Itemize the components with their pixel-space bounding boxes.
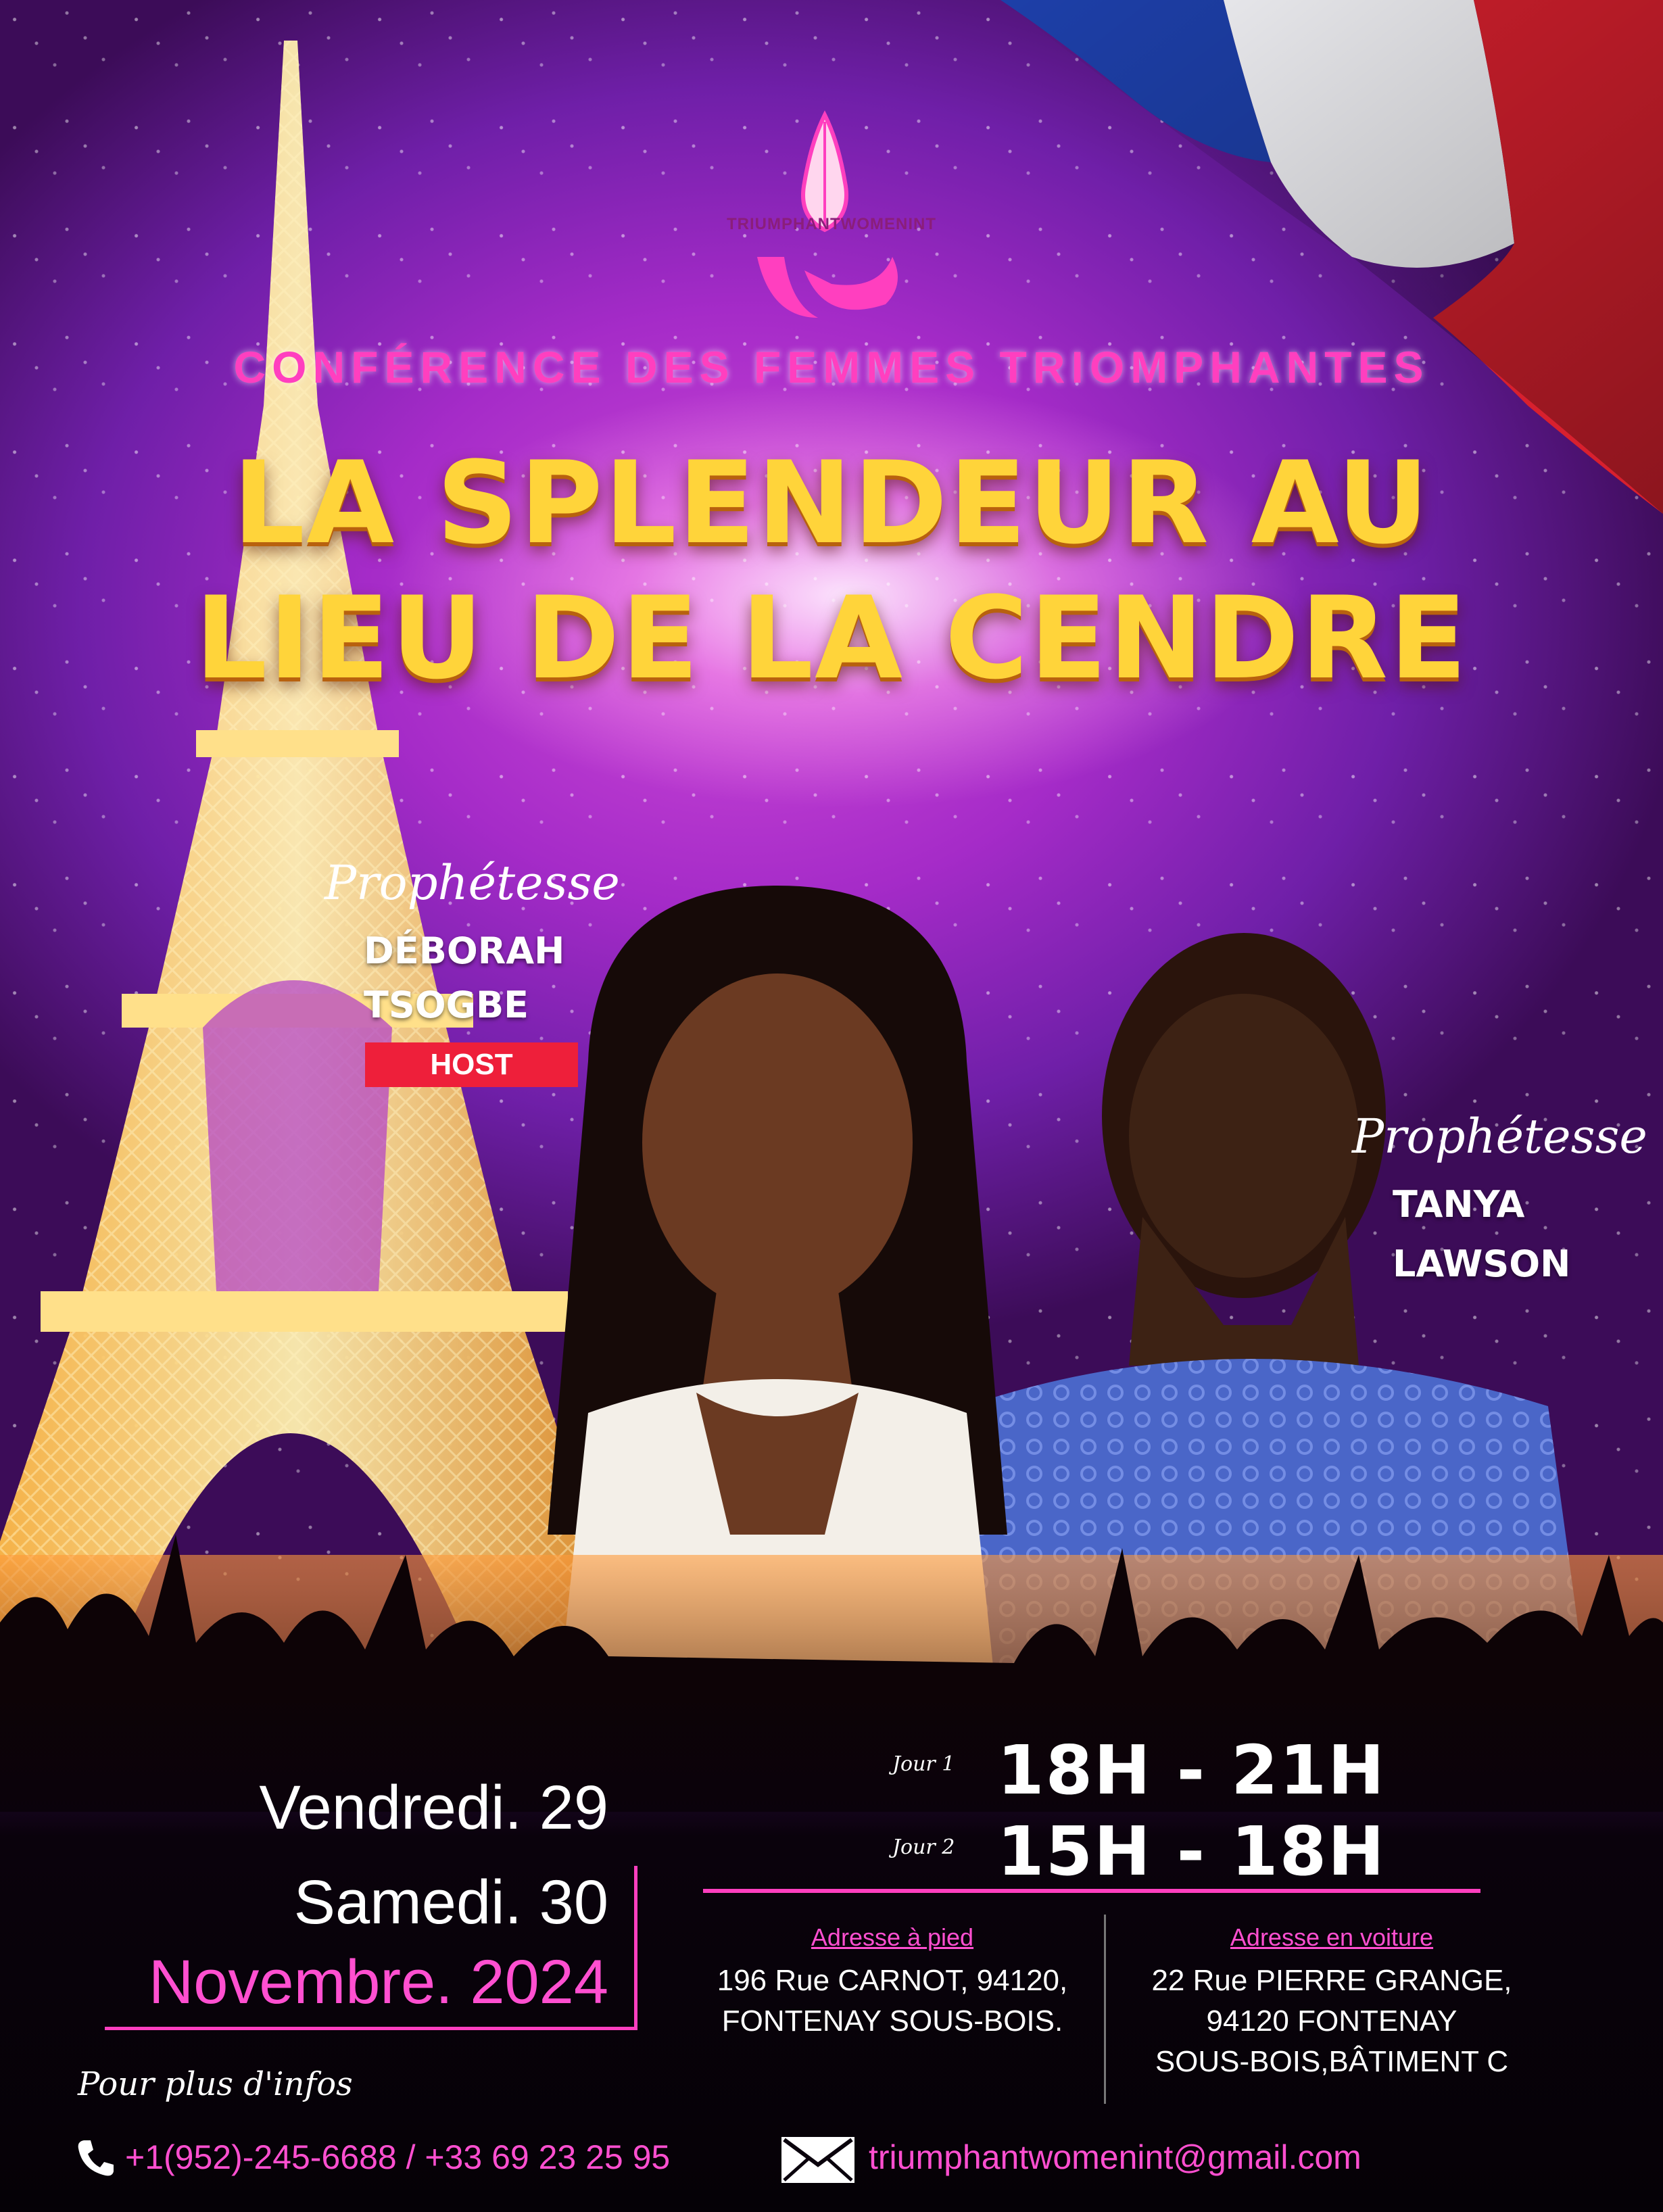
event-title-line-1: LA SPLENDEUR AU [233, 437, 1430, 569]
date-month-year: Novembre. 2024 [148, 1948, 608, 2017]
dates-divider-vertical [634, 1866, 637, 2028]
dates-divider-horizontal [105, 2027, 637, 2030]
logo-brand-text: TRIUMPHANTWOMENINT [727, 215, 936, 233]
speaker1-last-name: TSOGBE [364, 984, 529, 1026]
speaker1-role-script: Prophétesse [324, 855, 620, 911]
schedule-day2-label: Jour 2 [892, 1835, 955, 1859]
walking-address-line2: FONTENAY SOUS-BOIS. [721, 2004, 1063, 2038]
schedule-day2-time: 15H - 18H [997, 1812, 1386, 1891]
event-poster: TRIUMPHANTWOMENINT CONFÉRENCE DES FEMMES… [0, 0, 1663, 2212]
speaker2-last-name: LAWSON [1393, 1243, 1571, 1285]
conference-subtitle: CONFÉRENCE DES FEMMES TRIOMPHANTES [233, 342, 1430, 392]
praying-hands-icon [757, 110, 898, 318]
driving-address-line2: 94120 FONTENAY [1206, 2004, 1457, 2038]
host-badge: HOST [365, 1042, 578, 1087]
schedule-day1-time: 18H - 21H [997, 1731, 1386, 1810]
speaker2-role-script: Prophétesse [1352, 1109, 1647, 1164]
driving-address-label: Adresse en voiture [1230, 1923, 1434, 1951]
speaker2-first-name: TANYA [1393, 1183, 1525, 1226]
date-day2: Samedi. 30 [293, 1868, 608, 1937]
walking-address-label: Adresse à pied [811, 1923, 974, 1951]
phone-icon [78, 2140, 114, 2176]
address-divider [1104, 1915, 1106, 2104]
speaker1-first-name: DÉBORAH [364, 930, 565, 972]
more-info-script: Pour plus d'infos [78, 2065, 353, 2103]
walking-address: 196 Rue CARNOT, 94120, FONTENAY SOUS-BOI… [669, 1961, 1115, 2042]
driving-address-line3: SOUS-BOIS,BÂTIMENT C [1155, 2045, 1509, 2078]
event-title-line-2: LIEU DE LA CENDRE [195, 572, 1468, 704]
schedule-divider [703, 1889, 1480, 1893]
driving-address-line1: 22 Rue PIERRE GRANGE, [1151, 1964, 1512, 1997]
walking-address-line1: 196 Rue CARNOT, 94120, [717, 1964, 1068, 1997]
date-day1: Vendredi. 29 [259, 1773, 608, 1842]
driving-address: 22 Rue PIERRE GRANGE, 94120 FONTENAY SOU… [1122, 1961, 1541, 2082]
schedule-day1-label: Jour 1 [892, 1752, 955, 1776]
contact-email[interactable]: triumphantwomenint@gmail.com [869, 2138, 1361, 2177]
phone-numbers[interactable]: +1(952)-245-6688 / +33 69 23 25 95 [125, 2138, 670, 2177]
envelope-icon [781, 2137, 854, 2183]
